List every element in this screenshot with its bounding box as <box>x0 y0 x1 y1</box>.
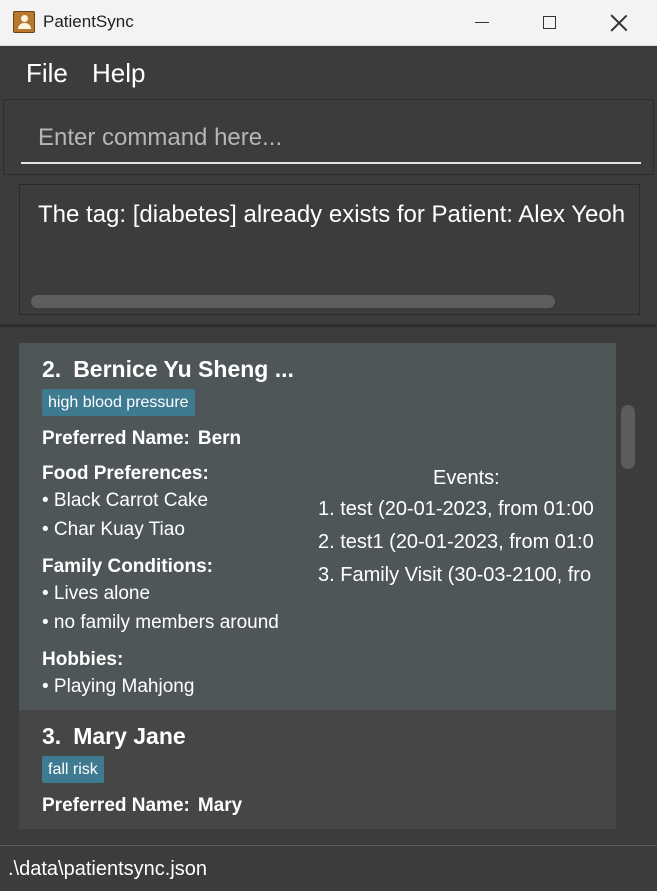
maximize-button[interactable] <box>514 0 584 45</box>
patient-name: 2. Bernice Yu Sheng ... <box>42 356 294 383</box>
window-title: PatientSync <box>43 12 134 31</box>
hobbies-label: Hobbies: <box>42 649 124 670</box>
menu-file[interactable]: File <box>26 58 68 89</box>
minimize-button[interactable] <box>447 0 517 45</box>
event-item: 1. test (20-01-2023, from 01:00 <box>318 498 594 520</box>
family-condition-item: • no family members around <box>42 612 279 633</box>
preferred-name: Preferred Name: Bern <box>42 428 241 450</box>
patient-list-panel: 2. Bernice Yu Sheng ... high blood pressu… <box>0 327 657 843</box>
title-bar: PatientSync <box>0 0 657 46</box>
result-display: The tag: [diabetes] already exists for P… <box>19 184 640 315</box>
preferred-name-value: Mary <box>197 795 243 816</box>
patient-list-vertical-scrollbar[interactable] <box>621 405 635 469</box>
patient-list[interactable]: 2. Bernice Yu Sheng ... high blood pressu… <box>19 343 616 829</box>
command-input[interactable] <box>21 114 641 164</box>
command-box <box>3 99 654 175</box>
close-button[interactable] <box>584 0 654 45</box>
patient-tag: high blood pressure <box>42 389 195 416</box>
menu-help[interactable]: Help <box>92 58 145 89</box>
family-condition-item: • Lives alone <box>42 583 151 604</box>
family-conditions-label: Family Conditions: <box>42 556 213 577</box>
hobby-item: • Playing Mahjong <box>42 676 195 697</box>
result-horizontal-scrollbar[interactable] <box>31 295 555 308</box>
food-item: • Char Kuay Tiao <box>42 519 185 540</box>
result-message: The tag: [diabetes] already exists for P… <box>38 201 626 228</box>
patient-name: 3. Mary Jane <box>42 723 186 750</box>
app-window: PatientSync File Help The tag: [diabetes… <box>0 0 657 891</box>
events-label: Events: <box>433 467 500 489</box>
patient-name-text: Bernice Yu Sheng ... <box>73 356 294 382</box>
patient-card-selected[interactable]: 2. Bernice Yu Sheng ... high blood pressu… <box>19 343 616 710</box>
status-bar: .\data\patientsync.json <box>0 845 657 891</box>
patient-card[interactable]: 3. Mary Jane fall risk Preferred Name: Mar… <box>19 710 616 829</box>
patient-index: 2. <box>42 356 62 382</box>
minimize-icon <box>475 21 489 24</box>
preferred-name-label: Preferred Name: <box>42 428 190 449</box>
data-file-path: .\data\patientsync.json <box>8 858 208 880</box>
food-item: • Black Carrot Cake <box>42 490 209 511</box>
patient-name-text: Mary Jane <box>73 723 186 749</box>
maximize-icon <box>542 16 556 29</box>
menu-bar: File Help <box>0 46 657 98</box>
preferred-name: Preferred Name: Mary <box>42 795 242 817</box>
event-item: 2. test1 (20-01-2023, from 01:0 <box>318 531 594 553</box>
preferred-name-value: Bern <box>197 428 242 449</box>
event-item: 3. Family Visit (30-03-2100, fro <box>318 564 592 586</box>
patient-app-icon <box>13 11 35 33</box>
food-preferences-label: Food Preferences: <box>42 463 209 484</box>
patient-tag: fall risk <box>42 756 104 783</box>
patient-index: 3. <box>42 723 62 749</box>
close-icon <box>610 14 628 32</box>
preferred-name-label: Preferred Name: <box>42 795 190 816</box>
